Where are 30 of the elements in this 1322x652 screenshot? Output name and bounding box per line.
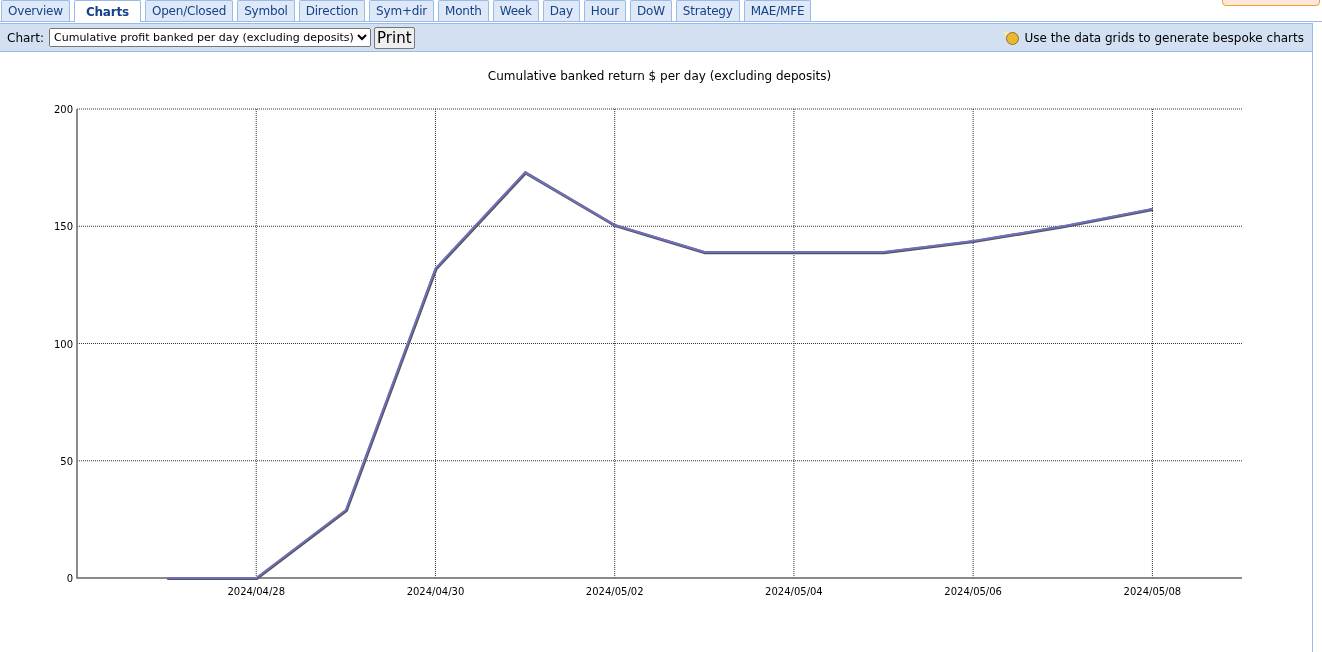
y-tick-label: 150	[53, 221, 73, 233]
tab[interactable]: Sym+dir	[369, 0, 435, 21]
print-button[interactable]: Print	[374, 26, 415, 49]
chart-label: Chart:	[7, 30, 45, 45]
help-bulb-icon	[1003, 29, 1021, 46]
tab[interactable]: Strategy	[675, 0, 740, 21]
x-tick-label: 2024/04/28	[227, 586, 286, 597]
chart-dropdown[interactable]: Cumulative profit banked per day (excluding deposits)	[49, 28, 372, 47]
tab[interactable]: Charts	[73, 0, 141, 22]
tab[interactable]: Week	[492, 0, 539, 21]
y-tick-label: 0	[66, 573, 73, 584]
y-tick-label: 50	[60, 455, 73, 467]
tab[interactable]: DoW	[629, 0, 672, 21]
x-tick-label: 2024/04/30	[406, 586, 465, 597]
x-tick-label: 2024/05/06	[944, 586, 1002, 597]
y-tick-label: 100	[53, 338, 73, 350]
x-tick-label: 2024/05/02	[585, 586, 644, 597]
x-tick-label: 2024/05/04	[765, 586, 823, 597]
tab[interactable]: Open/Closed	[144, 0, 234, 21]
tab[interactable]: Overview	[1, 0, 70, 21]
tab[interactable]: Direction	[298, 0, 366, 21]
hint-text: Use the data grids to generate bespoke charts	[1024, 30, 1304, 45]
tab[interactable]: Month	[438, 0, 489, 21]
y-tick-label: 200	[53, 104, 73, 115]
tab[interactable]: Day	[542, 0, 580, 21]
tab[interactable]: Symbol	[237, 0, 295, 21]
chart-title: Cumulative banked return $ per day (excluding deposits)	[487, 69, 832, 83]
tab[interactable]: Hour	[583, 0, 626, 21]
x-tick-label: 2024/05/08	[1123, 586, 1182, 597]
tab[interactable]: MAE/MFE	[743, 0, 812, 21]
